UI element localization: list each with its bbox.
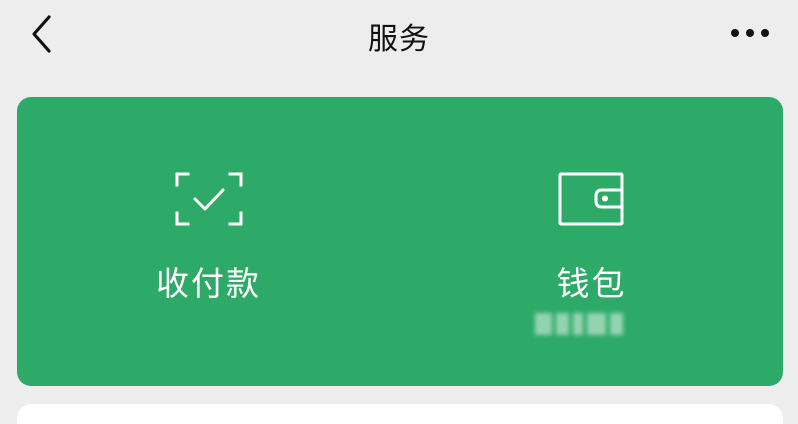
pay-receive-label: 收付款 xyxy=(156,264,261,303)
next-section-card xyxy=(17,404,783,424)
wallet-balance-hidden xyxy=(535,313,623,335)
scan-check-icon xyxy=(175,172,242,226)
page-title: 服务 xyxy=(368,22,430,57)
wallet-button[interactable]: 钱包 xyxy=(400,97,783,386)
pay-receive-button[interactable]: 收付款 xyxy=(17,97,400,386)
wallet-label: 钱包 xyxy=(556,264,627,303)
service-card: 收付款 钱包 xyxy=(17,97,783,386)
more-button[interactable] xyxy=(728,18,772,48)
wallet-icon xyxy=(558,172,623,226)
more-dots-icon xyxy=(731,29,769,37)
nav-bar: 服务 xyxy=(0,0,798,76)
